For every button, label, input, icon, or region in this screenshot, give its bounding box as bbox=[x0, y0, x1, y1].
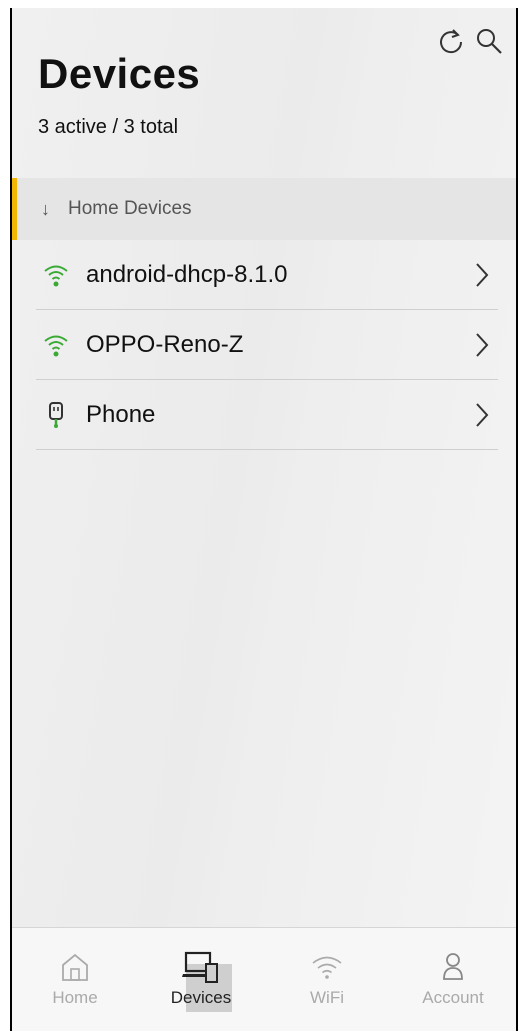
tab-wifi[interactable]: WiFi bbox=[264, 928, 390, 1031]
tab-label: WiFi bbox=[310, 988, 344, 1007]
tab-home[interactable]: Home bbox=[12, 928, 138, 1031]
tab-account[interactable]: Account bbox=[390, 928, 516, 1031]
devices-icon bbox=[182, 950, 220, 984]
device-row-oppo-reno-z[interactable]: OPPO-Reno-Z bbox=[36, 310, 498, 380]
device-count-summary: 3 active / 3 total bbox=[38, 116, 179, 138]
devices-screen: Devices 3 active / 3 total ↓ Home Device… bbox=[10, 8, 518, 1031]
search-icon[interactable] bbox=[474, 26, 504, 56]
device-row-android-dhcp[interactable]: android-dhcp-8.1.0 bbox=[36, 240, 498, 310]
account-icon bbox=[439, 950, 467, 984]
chevron-right-icon bbox=[474, 262, 490, 293]
tab-label: Account bbox=[422, 988, 484, 1007]
device-row-phone[interactable]: Phone bbox=[36, 380, 498, 450]
ethernet-icon bbox=[42, 401, 70, 429]
tab-devices[interactable]: Devices bbox=[138, 928, 264, 1031]
wifi-icon bbox=[42, 261, 70, 289]
chevron-right-icon bbox=[474, 332, 490, 363]
device-list: android-dhcp-8.1.0 OPPO-Reno-Z Phone bbox=[36, 240, 498, 450]
tab-label: Home bbox=[52, 988, 98, 1007]
bottom-tab-bar: Home Devices WiFi Account bbox=[12, 927, 516, 1031]
page-title: Devices bbox=[38, 50, 201, 97]
refresh-icon[interactable] bbox=[436, 26, 466, 56]
device-name: OPPO-Reno-Z bbox=[86, 330, 244, 358]
wifi-icon bbox=[311, 950, 343, 984]
device-name: Phone bbox=[86, 400, 156, 428]
home-icon bbox=[59, 950, 91, 984]
chevron-right-icon bbox=[474, 402, 490, 433]
tab-label: Devices bbox=[170, 988, 232, 1007]
section-header-home-devices[interactable]: ↓ Home Devices bbox=[12, 178, 516, 240]
header-actions bbox=[436, 26, 504, 56]
arrow-down-icon: ↓ bbox=[41, 198, 50, 219]
section-label: Home Devices bbox=[68, 198, 192, 219]
device-name: android-dhcp-8.1.0 bbox=[86, 260, 288, 288]
wifi-icon bbox=[42, 331, 70, 359]
